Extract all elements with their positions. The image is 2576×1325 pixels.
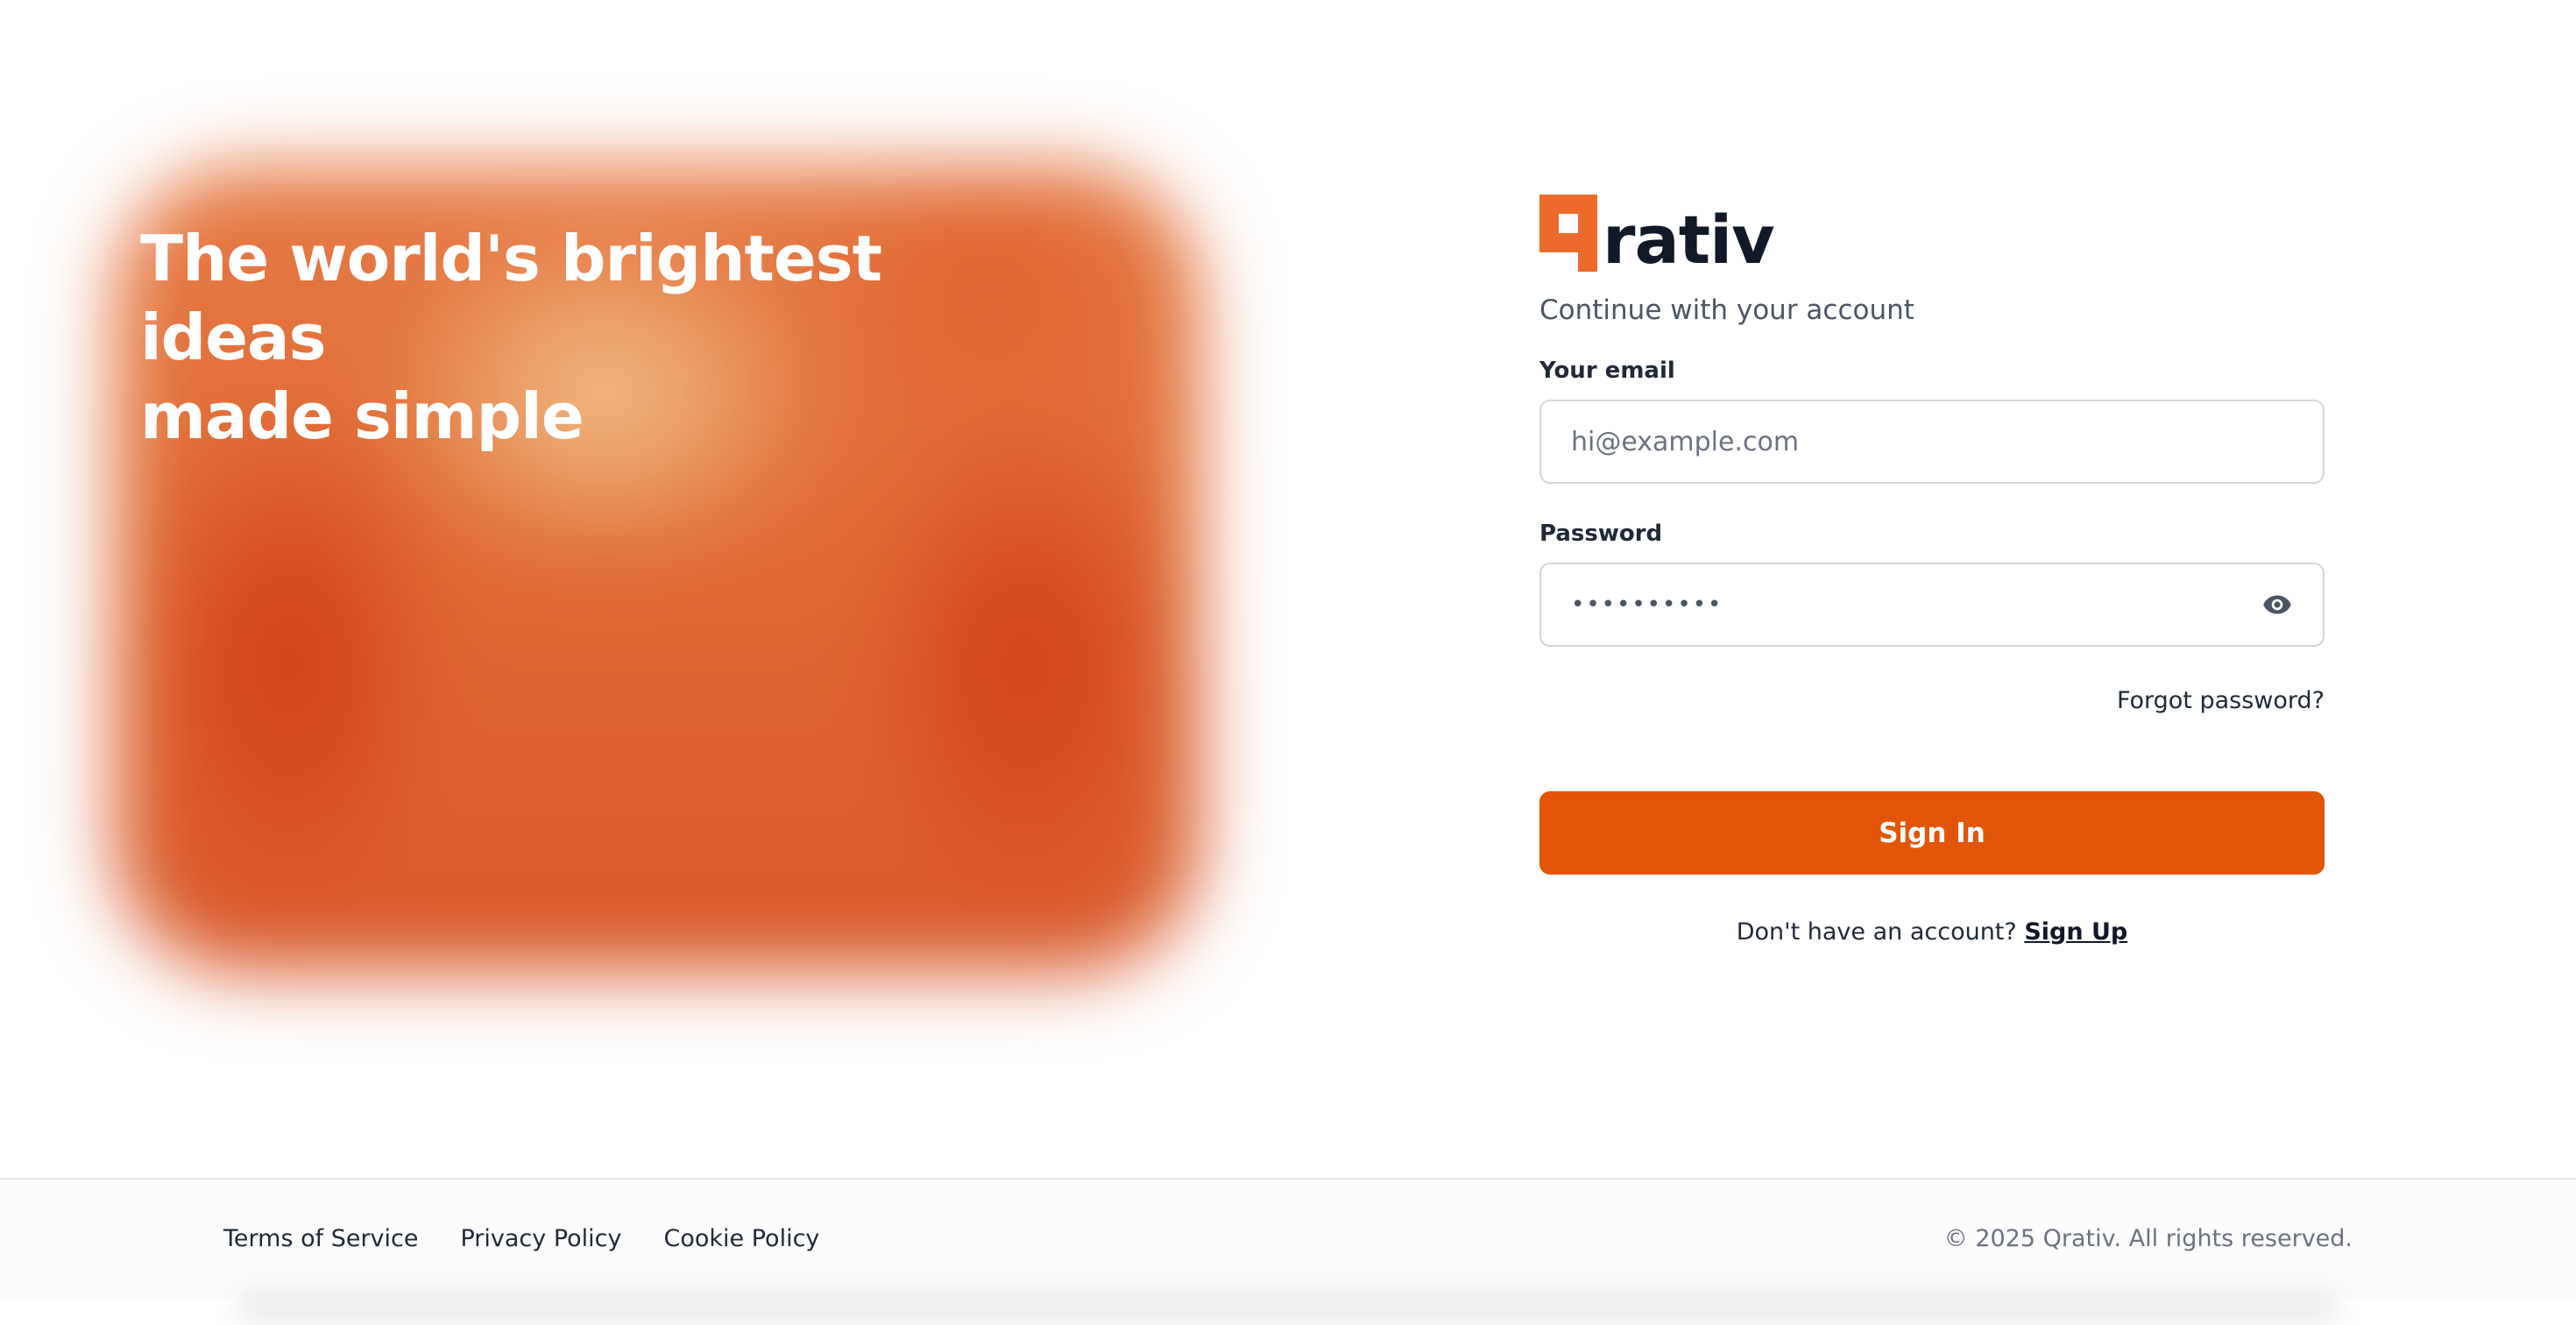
cookie-policy-link[interactable]: Cookie Policy (664, 1225, 820, 1252)
eye-icon[interactable] (2260, 587, 2295, 622)
terms-of-service-link[interactable]: Terms of Service (223, 1225, 419, 1252)
password-label: Password (1539, 521, 1663, 547)
sign-up-link[interactable]: Sign Up (2024, 918, 2127, 946)
footer: Terms of Service Privacy Policy Cookie P… (0, 1178, 2576, 1325)
forgot-password-link[interactable]: Forgot password? (2117, 687, 2325, 714)
forgot-password-row: Forgot password? (1539, 687, 2325, 714)
form-subtitle: Continue with your account (1539, 294, 1914, 326)
footer-links: Terms of Service Privacy Policy Cookie P… (223, 1225, 819, 1252)
hero-headline-line-2: made simple (140, 379, 584, 453)
hero-headline: The world's brightest ideas made simple (140, 219, 1016, 456)
footer-shadow (237, 1290, 2339, 1325)
hero-panel: The world's brightest ideas made simple (0, 0, 1367, 1179)
logo-mark-icon (1539, 195, 1597, 272)
signup-prompt-row: Don't have an account? Sign Up (1539, 918, 2325, 946)
brand-logo: rativ (1539, 193, 2325, 279)
password-input[interactable] (1569, 591, 2260, 619)
brand-name: rativ (1603, 201, 1775, 279)
sign-in-form: rativ Continue with your account Your em… (1539, 193, 2325, 946)
privacy-policy-link[interactable]: Privacy Policy (461, 1225, 622, 1252)
hero-headline-line-1: The world's brightest ideas (140, 222, 882, 374)
copyright-text: © 2025 Qrativ. All rights reserved. (1943, 1225, 2353, 1252)
email-input[interactable] (1569, 425, 2295, 458)
sign-in-button[interactable]: Sign In (1539, 791, 2325, 875)
password-field-container (1539, 563, 2325, 647)
signup-prompt-text: Don't have an account? (1736, 918, 2017, 946)
email-field-container (1539, 400, 2325, 484)
email-label: Your email (1539, 358, 1675, 384)
